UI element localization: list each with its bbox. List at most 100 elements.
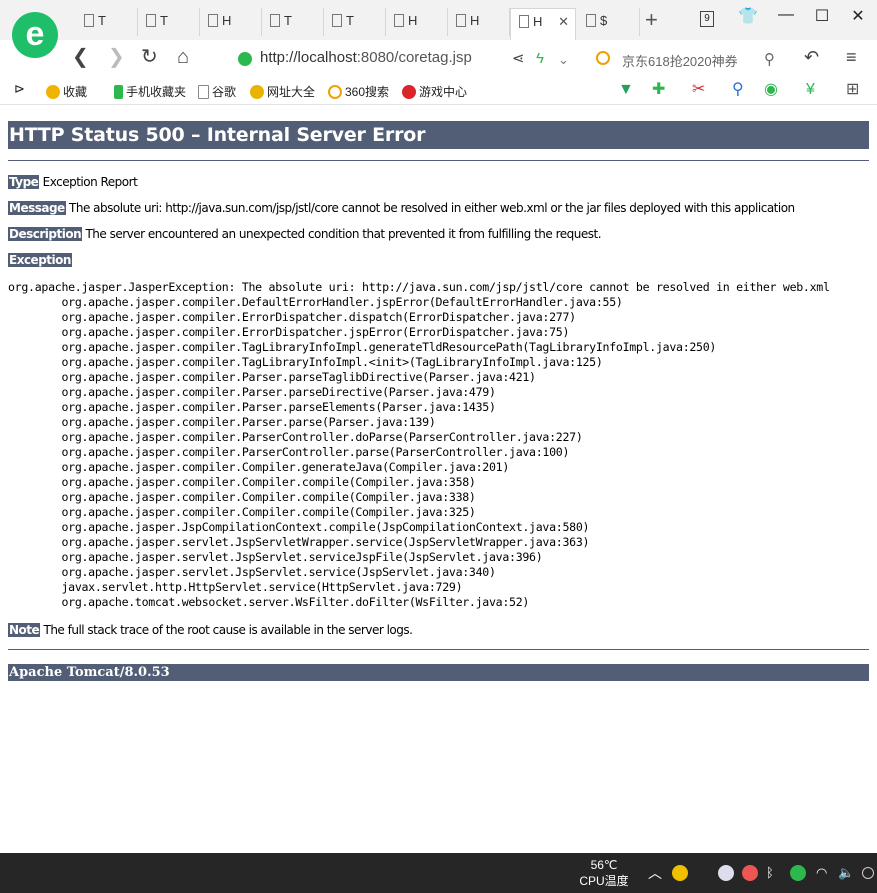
add-extension-icon[interactable]: ✚	[652, 81, 665, 99]
page-icon	[198, 85, 209, 99]
page-title: HTTP Status 500 – Internal Server Error	[8, 121, 869, 149]
magnifier-icon[interactable]: ⚲	[732, 81, 744, 99]
stack-frame: org.apache.jasper.compiler.Parser.parse(…	[61, 415, 436, 429]
menu-icon[interactable]: ≡	[846, 45, 857, 69]
bookmark-label: 谷歌	[212, 85, 237, 99]
server-footer: Apache Tomcat/8.0.53	[8, 664, 869, 681]
description-value: The server encountered an unexpected con…	[82, 227, 602, 241]
browser-tab[interactable]: H	[386, 8, 448, 36]
bookmark-label: 收藏	[63, 85, 88, 99]
stack-frame: org.apache.jasper.compiler.Parser.parseE…	[61, 400, 496, 414]
stack-frame: org.apache.jasper.compiler.Compiler.comp…	[61, 505, 476, 519]
note-label: Note	[8, 623, 41, 637]
bookmark-item[interactable]: 网址大全	[250, 83, 315, 100]
tray-app-icon[interactable]	[742, 865, 758, 881]
stack-frame: org.apache.tomcat.websocket.server.WsFil…	[61, 595, 530, 609]
apps-grid-icon[interactable]: ⊞	[846, 81, 859, 99]
undo-icon[interactable]: ↶	[804, 45, 819, 69]
browser-tab[interactable]: T	[138, 8, 200, 36]
bookmark-item[interactable]: 收藏	[46, 83, 87, 100]
shopping-icon[interactable]: ¥	[806, 81, 815, 99]
vue-extension-icon[interactable]: ▼	[618, 81, 634, 99]
tab-label: H	[533, 14, 543, 29]
browser-tab[interactable]: H	[200, 8, 262, 36]
exception-row: Exception	[8, 253, 72, 268]
exception-line: org.apache.jasper.JasperException: The a…	[8, 280, 830, 294]
back-icon[interactable]: ❮	[72, 45, 89, 69]
wifi-icon[interactable]: ◠	[816, 865, 832, 881]
bookmark-item[interactable]: 手机收藏夹	[114, 83, 186, 100]
phone-icon	[114, 85, 123, 99]
url-host: localhost	[297, 49, 357, 66]
note-row: Note The full stack trace of the root ca…	[8, 623, 413, 638]
stack-trace: org.apache.jasper.JasperException: The a…	[8, 280, 830, 610]
tab-count-icon[interactable]: 9	[700, 11, 714, 27]
bookmark-item[interactable]: 360搜索	[328, 83, 389, 100]
exception-label: Exception	[8, 253, 72, 267]
tab-label: T	[98, 13, 106, 28]
browser-tab[interactable]: T	[76, 8, 138, 36]
browser-tab[interactable]: H	[448, 8, 510, 36]
browser-logo-icon[interactable]: e	[12, 12, 58, 58]
page-icon	[586, 14, 596, 27]
tab-bar: e T T H T T H H H ✕ $ + 9 👕 — ☐ ✕	[0, 0, 877, 58]
bookmark-label: 手机收藏夹	[126, 85, 187, 99]
type-row: Type Exception Report	[8, 175, 138, 190]
minimize-icon[interactable]: —	[776, 6, 796, 24]
browser-tab-active[interactable]: H ✕	[510, 8, 576, 40]
gamepad-icon[interactable]: ◉	[764, 81, 778, 99]
browser-tab[interactable]: T	[262, 8, 324, 36]
bookmark-item[interactable]: 谷歌	[198, 83, 236, 100]
tab-label: T	[346, 13, 354, 28]
chevron-down-icon[interactable]: ⌄	[558, 48, 569, 72]
search-icon[interactable]: ⚲	[764, 48, 775, 72]
close-tab-icon[interactable]: ✕	[558, 14, 569, 30]
stack-frame: org.apache.jasper.compiler.TagLibraryInf…	[61, 340, 717, 354]
forward-icon[interactable]: ❯	[108, 45, 125, 69]
tray-app-icon[interactable]	[718, 865, 734, 881]
sidebar-toggle-icon[interactable]: ⊳	[14, 81, 25, 97]
tab-label: T	[160, 13, 168, 28]
taskbar: 56℃ CPU温度 ︿ ᛒ ◠ 🔈	[0, 853, 877, 893]
divider	[8, 649, 869, 650]
home-icon[interactable]: ⌂	[177, 45, 189, 69]
globe-icon	[250, 85, 264, 99]
bookmark-item[interactable]: 游戏中心	[402, 83, 467, 100]
share-icon[interactable]: ⋖	[512, 47, 525, 71]
divider	[8, 160, 869, 161]
cpu-temperature[interactable]: 56℃ CPU温度	[578, 857, 630, 889]
tab-label: H	[222, 13, 232, 28]
stack-frame: org.apache.jasper.compiler.ParserControl…	[61, 430, 583, 444]
message-row: Message The absolute uri: http://java.su…	[8, 201, 795, 216]
page-icon	[146, 14, 156, 27]
bookmark-label: 网址大全	[267, 85, 316, 99]
bluetooth-icon[interactable]: ᛒ	[766, 865, 782, 881]
page-icon	[84, 14, 94, 27]
stack-frame: org.apache.jasper.compiler.ErrorDispatch…	[61, 325, 570, 339]
notification-icon[interactable]	[862, 867, 874, 879]
search-engine-icon	[596, 51, 610, 65]
volume-icon[interactable]: 🔈	[838, 865, 854, 881]
address-bar[interactable]: http://localhost:8080/coretag.jsp	[230, 44, 585, 72]
refresh-icon[interactable]: ↻	[141, 45, 158, 69]
page-icon	[394, 14, 404, 27]
message-label: Message	[8, 201, 66, 215]
lightning-icon[interactable]: ϟ	[536, 47, 544, 71]
page-icon	[519, 15, 529, 28]
stack-frame: org.apache.jasper.compiler.DefaultErrorH…	[61, 295, 623, 309]
bookmark-label: 360搜索	[345, 85, 390, 99]
scissors-icon[interactable]: ✂	[692, 81, 705, 99]
maximize-icon[interactable]: ☐	[812, 6, 832, 26]
close-window-icon[interactable]: ✕	[848, 6, 868, 26]
chevron-up-icon[interactable]: ︿	[648, 863, 664, 881]
skin-icon[interactable]: 👕	[738, 6, 758, 26]
tray-security-icon[interactable]	[790, 865, 806, 881]
tray-plus-icon[interactable]	[672, 865, 688, 881]
stack-frame: javax.servlet.http.HttpServlet.service(H…	[61, 580, 463, 594]
new-tab-button[interactable]: +	[645, 9, 658, 31]
stack-frame: org.apache.jasper.compiler.ParserControl…	[61, 445, 570, 459]
browser-tab[interactable]: T	[324, 8, 386, 36]
search-box[interactable]: 京东618抢2020神券	[592, 44, 792, 72]
browser-tab[interactable]: $	[578, 8, 640, 36]
bookmarks-bar: ⊳ 收藏 手机收藏夹 谷歌 网址大全 360搜索 游戏中心 ▼ ✚ ✂ ⚲ ◉ …	[0, 75, 877, 105]
